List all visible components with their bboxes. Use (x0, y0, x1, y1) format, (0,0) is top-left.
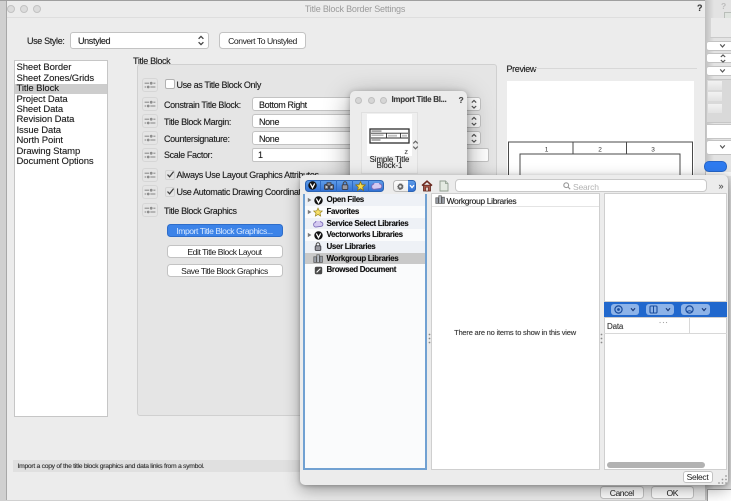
svg-text:2: 2 (598, 147, 602, 154)
svg-text:1: 1 (545, 147, 549, 154)
svg-text:3: 3 (651, 147, 655, 154)
